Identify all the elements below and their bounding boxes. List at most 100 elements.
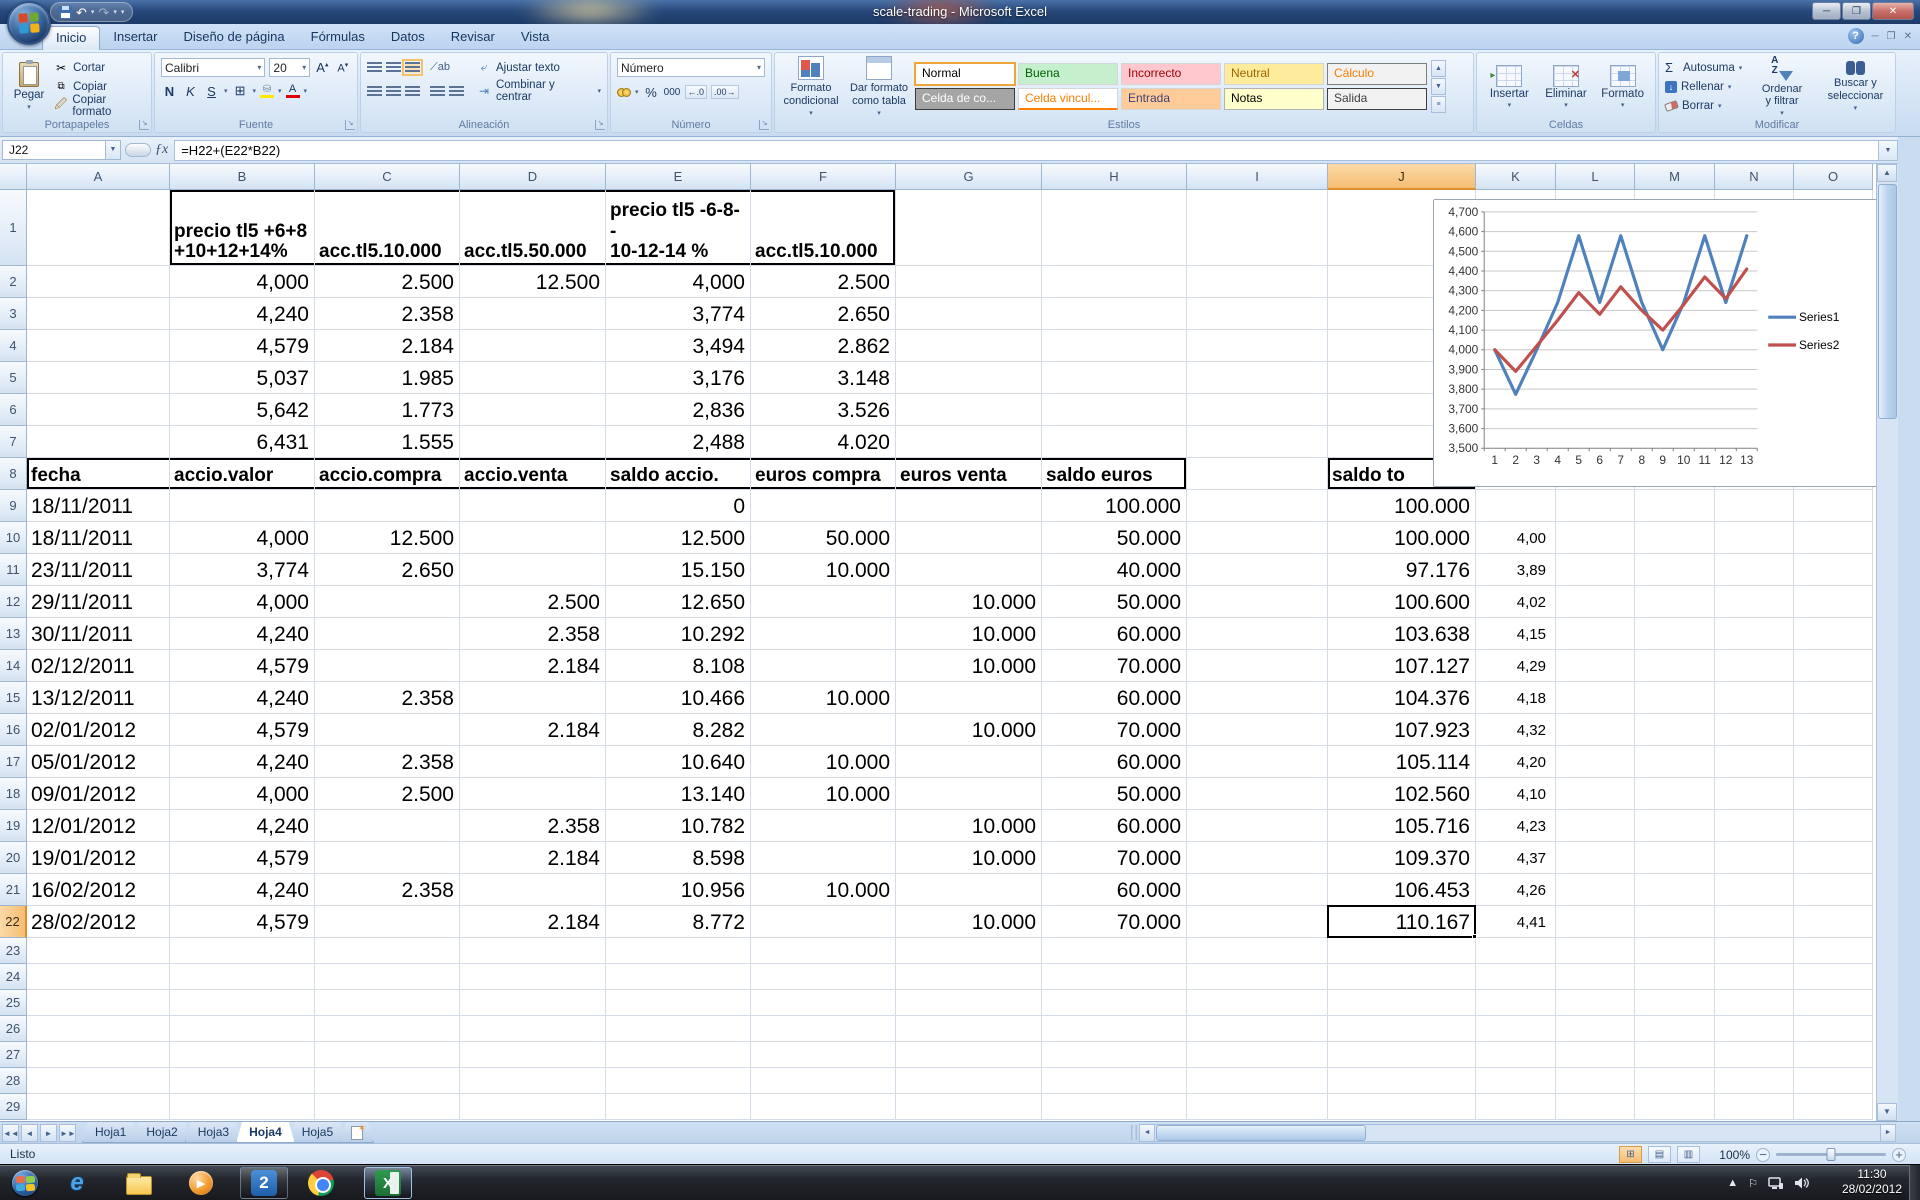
cell-N23[interactable] bbox=[1715, 938, 1794, 964]
cell-B6[interactable]: 5,642 bbox=[170, 394, 315, 426]
font-color-button[interactable]: A bbox=[286, 84, 300, 98]
row-header-25[interactable]: 25 bbox=[0, 990, 27, 1016]
cell-style-Entrada[interactable]: Entrada bbox=[1121, 88, 1221, 110]
cell-J26[interactable] bbox=[1328, 1016, 1476, 1042]
cell-D23[interactable] bbox=[460, 938, 606, 964]
cell-H6[interactable] bbox=[1042, 394, 1187, 426]
cell-J15[interactable]: 104.376 bbox=[1328, 682, 1476, 714]
row-header-12[interactable]: 12 bbox=[0, 586, 27, 618]
cell-C17[interactable]: 2.358 bbox=[315, 746, 460, 778]
cell-A16[interactable]: 02/01/2012 bbox=[27, 714, 170, 746]
cell-C19[interactable] bbox=[315, 810, 460, 842]
cell-I8[interactable] bbox=[1187, 458, 1328, 490]
cell-M13[interactable] bbox=[1635, 618, 1715, 650]
cell-D11[interactable] bbox=[460, 554, 606, 586]
horizontal-scroll-thumb[interactable] bbox=[1156, 1125, 1366, 1141]
cell-M11[interactable] bbox=[1635, 554, 1715, 586]
column-header-E[interactable]: E bbox=[606, 164, 751, 190]
cell-E26[interactable] bbox=[606, 1016, 751, 1042]
cell-A12[interactable]: 29/11/2011 bbox=[27, 586, 170, 618]
cell-E8[interactable]: saldo accio. bbox=[606, 458, 751, 490]
accounting-format-icon[interactable] bbox=[617, 88, 631, 97]
cell-I18[interactable] bbox=[1187, 778, 1328, 810]
cell-F22[interactable] bbox=[751, 906, 896, 938]
cell-G5[interactable] bbox=[896, 362, 1042, 394]
cell-O26[interactable] bbox=[1794, 1016, 1873, 1042]
cell-K15[interactable]: 4,18 bbox=[1476, 682, 1556, 714]
cell-H25[interactable] bbox=[1042, 990, 1187, 1016]
cell-G21[interactable] bbox=[896, 874, 1042, 906]
tray-expand-icon[interactable]: ▲ bbox=[1727, 1177, 1738, 1189]
cell-H14[interactable]: 70.000 bbox=[1042, 650, 1187, 682]
styles-expand-icon[interactable]: ≡ bbox=[1431, 96, 1446, 113]
sheet-tab-Hoja5[interactable]: Hoja5 bbox=[289, 1122, 346, 1143]
cell-L28[interactable] bbox=[1556, 1068, 1635, 1094]
cell-C20[interactable] bbox=[315, 842, 460, 874]
cell-A20[interactable]: 19/01/2012 bbox=[27, 842, 170, 874]
start-button[interactable] bbox=[10, 1168, 40, 1198]
cell-F4[interactable]: 2.862 bbox=[751, 330, 896, 362]
cell-E11[interactable]: 15.150 bbox=[606, 554, 751, 586]
cell-M25[interactable] bbox=[1635, 990, 1715, 1016]
row-header-5[interactable]: 5 bbox=[0, 362, 27, 394]
cell-B17[interactable]: 4,240 bbox=[170, 746, 315, 778]
cell-style-Neutral[interactable]: Neutral bbox=[1224, 63, 1324, 85]
cell-G20[interactable]: 10.000 bbox=[896, 842, 1042, 874]
cell-A9[interactable]: 18/11/2011 bbox=[27, 490, 170, 522]
cell-D16[interactable]: 2.184 bbox=[460, 714, 606, 746]
row-header-10[interactable]: 10 bbox=[0, 522, 27, 554]
cell-H27[interactable] bbox=[1042, 1042, 1187, 1068]
cell-J13[interactable]: 103.638 bbox=[1328, 618, 1476, 650]
cell-C12[interactable] bbox=[315, 586, 460, 618]
cell-B20[interactable]: 4,579 bbox=[170, 842, 315, 874]
cell-N28[interactable] bbox=[1715, 1068, 1794, 1094]
cell-O19[interactable] bbox=[1794, 810, 1873, 842]
cell-M22[interactable] bbox=[1635, 906, 1715, 938]
cell-M21[interactable] bbox=[1635, 874, 1715, 906]
cell-K12[interactable]: 4,02 bbox=[1476, 586, 1556, 618]
align-top-icon[interactable] bbox=[367, 62, 382, 73]
cell-A21[interactable]: 16/02/2012 bbox=[27, 874, 170, 906]
numero-dialog-launcher-icon[interactable] bbox=[759, 120, 769, 130]
cell-O12[interactable] bbox=[1794, 586, 1873, 618]
sheet-tab-Hoja4[interactable]: Hoja4 bbox=[236, 1122, 295, 1143]
cell-K22[interactable]: 4,41 bbox=[1476, 906, 1556, 938]
cell-L18[interactable] bbox=[1556, 778, 1635, 810]
row-header-11[interactable]: 11 bbox=[0, 554, 27, 586]
redo-icon[interactable]: ↷ bbox=[98, 6, 109, 19]
row-header-21[interactable]: 21 bbox=[0, 874, 27, 906]
cell-O25[interactable] bbox=[1794, 990, 1873, 1016]
cell-F19[interactable] bbox=[751, 810, 896, 842]
cell-J24[interactable] bbox=[1328, 964, 1476, 990]
cell-J28[interactable] bbox=[1328, 1068, 1476, 1094]
format-as-table-button[interactable]: Dar formato como tabla ▾ bbox=[847, 56, 911, 117]
cell-C21[interactable]: 2.358 bbox=[315, 874, 460, 906]
cell-A8[interactable]: fecha bbox=[27, 458, 170, 490]
cell-I23[interactable] bbox=[1187, 938, 1328, 964]
cell-I27[interactable] bbox=[1187, 1042, 1328, 1068]
help-icon[interactable]: ? bbox=[1848, 28, 1864, 44]
cell-F15[interactable]: 10.000 bbox=[751, 682, 896, 714]
cell-N29[interactable] bbox=[1715, 1094, 1794, 1120]
cell-A19[interactable]: 12/01/2012 bbox=[27, 810, 170, 842]
cell-J22[interactable]: 110.167 bbox=[1328, 906, 1476, 938]
orientation-icon[interactable]: ⟋ab bbox=[430, 61, 450, 74]
cell-G1[interactable] bbox=[896, 190, 1042, 266]
row-header-1[interactable]: 1 bbox=[0, 190, 27, 266]
cell-N13[interactable] bbox=[1715, 618, 1794, 650]
cell-L24[interactable] bbox=[1556, 964, 1635, 990]
redo-dropdown-icon[interactable]: ▾ bbox=[113, 8, 117, 16]
cell-B26[interactable] bbox=[170, 1016, 315, 1042]
ribbon-tab-Insertar[interactable]: Insertar bbox=[100, 26, 170, 50]
portapapeles-dialog-launcher-icon[interactable] bbox=[139, 120, 149, 130]
cell-A26[interactable] bbox=[27, 1016, 170, 1042]
row-header-15[interactable]: 15 bbox=[0, 682, 27, 714]
cell-C3[interactable]: 2.358 bbox=[315, 298, 460, 330]
cell-B5[interactable]: 5,037 bbox=[170, 362, 315, 394]
cell-L11[interactable] bbox=[1556, 554, 1635, 586]
next-sheet-icon[interactable]: ► bbox=[40, 1124, 57, 1142]
cell-D5[interactable] bbox=[460, 362, 606, 394]
cell-B28[interactable] bbox=[170, 1068, 315, 1094]
cell-F23[interactable] bbox=[751, 938, 896, 964]
scroll-up-icon[interactable]: ▲ bbox=[1877, 164, 1897, 182]
